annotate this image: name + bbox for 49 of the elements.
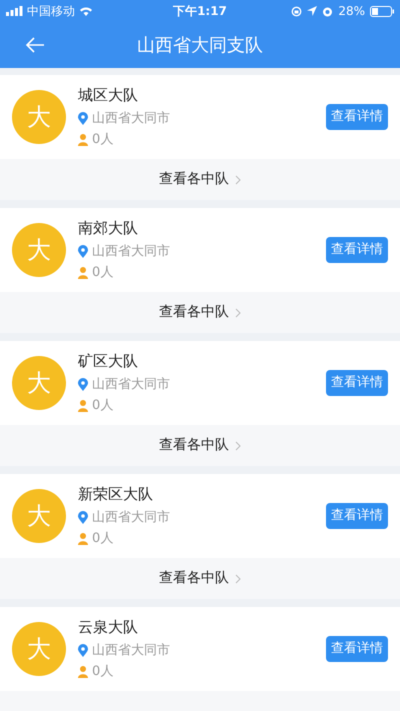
location-pin-icon [78,644,88,657]
view-details-button[interactable]: 查看详情 [326,636,388,662]
person-icon [78,666,88,678]
location-pin-icon [78,511,88,524]
location-arrow-icon [307,6,318,16]
signal-icon [6,6,23,16]
person-icon [78,267,88,279]
location-text: 山西省大同市 [92,110,170,128]
location-pin-icon [78,112,88,125]
alarm-icon [322,6,334,16]
view-details-button[interactable]: 查看详情 [326,237,388,263]
carrier-name: 中国移动 [27,3,75,20]
location-text: 山西省大同市 [92,642,170,660]
member-count: 0人 [92,131,114,150]
view-squadrons-link[interactable]: 查看各中队 [159,302,241,323]
person-icon [78,134,88,146]
member-count: 0人 [92,530,114,548]
member-count: 0人 [92,264,114,282]
brigade-name: 城区大队 [78,85,139,106]
view-details-button[interactable]: 查看详情 [326,370,388,396]
back-arrow-icon[interactable] [25,37,45,53]
chevron-right-icon [235,440,241,450]
brigade-name: 南郊大队 [78,218,139,240]
brigade-name: 矿区大队 [78,351,139,372]
location-pin-icon [78,245,88,258]
clock-time: 下午1:17 [172,3,228,20]
chevron-right-icon [235,174,241,184]
page-title: 山西省大同支队 [137,34,263,58]
view-squadrons-link[interactable]: 查看各中队 [159,169,241,190]
view-squadrons-link[interactable]: 查看各中队 [159,435,241,456]
member-count: 0人 [92,663,114,682]
person-icon [78,400,88,412]
chevron-right-icon [235,308,241,318]
chevron-right-icon [235,574,241,584]
view-squadrons-link[interactable]: 查看各中队 [159,568,241,589]
battery-percent: 28% [338,3,365,20]
view-details-button[interactable]: 查看详情 [326,104,388,130]
battery-icon [370,6,394,16]
brigade-name: 新荣区大队 [78,484,154,506]
location-text: 山西省大同市 [92,242,170,261]
view-details-button[interactable]: 查看详情 [326,503,388,529]
rotation-lock-icon [291,6,302,16]
wifi-icon [79,6,93,16]
location-text: 山西省大同市 [92,508,170,527]
member-count: 0人 [92,397,114,416]
location-text: 山西省大同市 [92,376,170,394]
person-icon [78,533,88,545]
brigade-name: 云泉大队 [78,617,139,638]
location-pin-icon [78,378,88,391]
